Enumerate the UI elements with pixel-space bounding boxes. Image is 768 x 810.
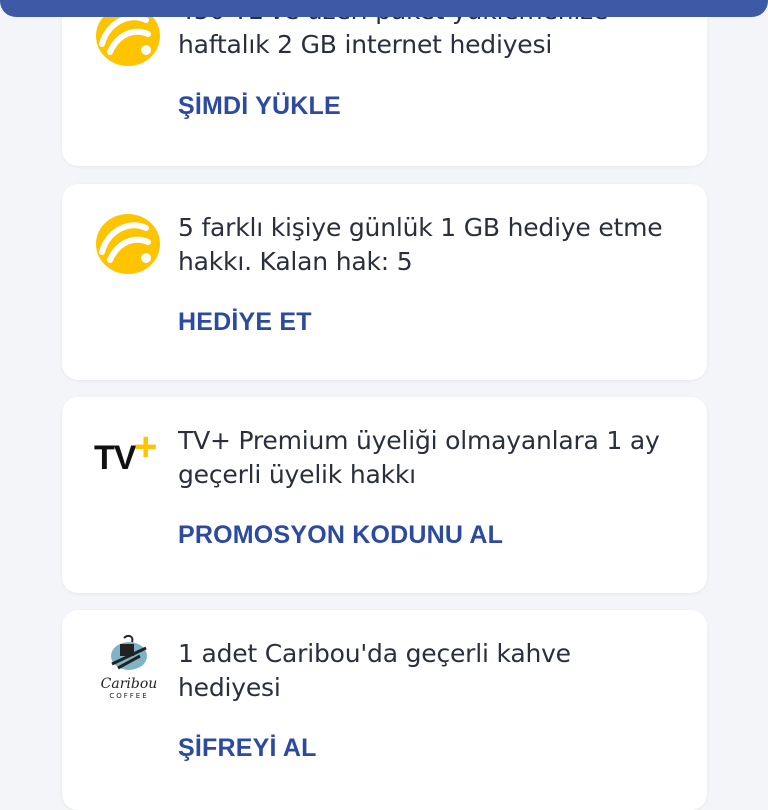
tvplus-logo-plus: + <box>134 425 158 469</box>
tvplus-logo-icon: TV + <box>94 425 166 495</box>
offer-description: 5 farklı kişiye günlük 1 GB hediye etme … <box>178 213 663 276</box>
offer-card-caribou: Caribou COFFEE 1 adet Caribou'da geçerli… <box>62 610 707 810</box>
caribou-logo-text: Caribou <box>100 676 158 692</box>
get-password-button[interactable]: ŞİFREYİ AL <box>178 734 317 763</box>
offer-description: TV+ Premium üyeliği olmayanlara 1 ay geç… <box>178 426 660 489</box>
gift-button[interactable]: HEDİYE ET <box>178 308 312 337</box>
offers-list: 450 TL ve üzeri paket yüklemenize haftal… <box>0 0 768 810</box>
tvplus-logo-text: TV <box>94 439 136 477</box>
top-header-bar <box>0 0 768 17</box>
offer-card-gift-gb: 5 farklı kişiye günlük 1 GB hediye etme … <box>62 184 707 380</box>
offer-card-weekly-internet: 450 TL ve üzeri paket yüklemenize haftal… <box>62 0 707 166</box>
offer-card-tvplus: TV + TV+ Premium üyeliği olmayanlara 1 a… <box>62 397 707 593</box>
get-promo-code-button[interactable]: PROMOSYON KODUNU AL <box>178 521 503 550</box>
offer-description: 1 adet Caribou'da geçerli kahve hediyesi <box>178 639 571 702</box>
caribou-logo-subtext: COFFEE <box>109 692 149 700</box>
turkcell-logo-icon <box>94 208 162 276</box>
caribou-coffee-logo-icon: Caribou COFFEE <box>94 634 164 702</box>
load-now-button[interactable]: ŞİMDİ YÜKLE <box>178 92 341 121</box>
